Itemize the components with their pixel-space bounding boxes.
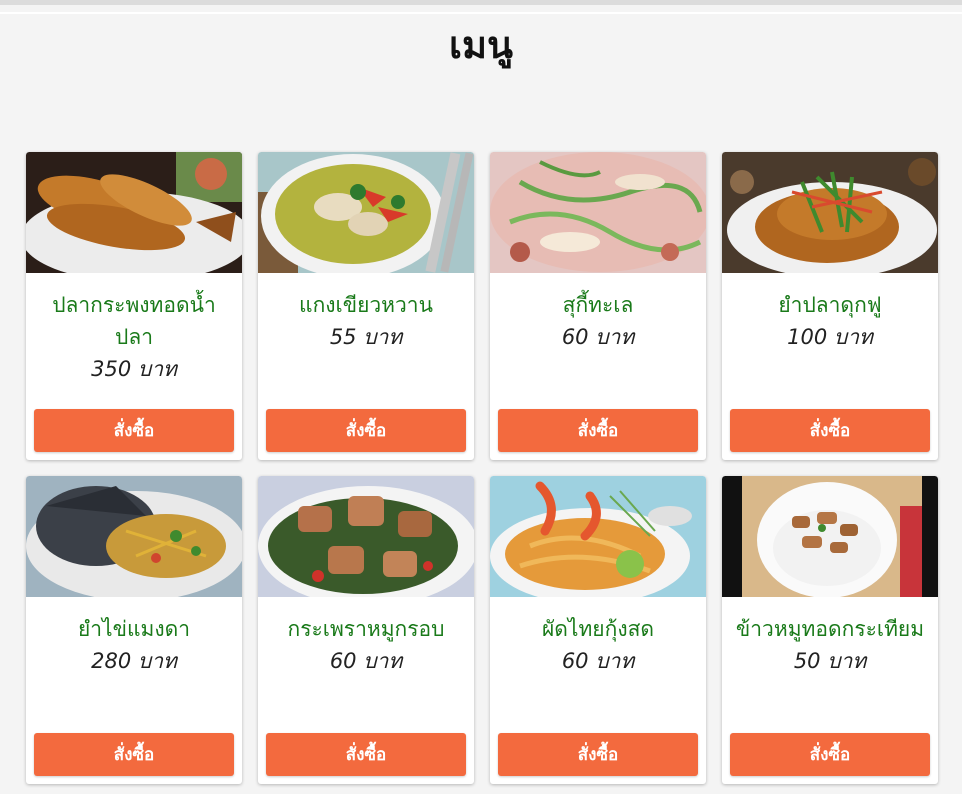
order-button[interactable]: สั่งซื้อ [266, 409, 466, 452]
order-button[interactable]: สั่งซื้อ [730, 733, 930, 776]
menu-card: สุกี้ทะเล 60 บาท สั่งซื้อ [490, 152, 706, 460]
order-button[interactable]: สั่งซื้อ [34, 409, 234, 452]
menu-card: กระเพราหมูกรอบ 60 บาท สั่งซื้อ [258, 476, 474, 784]
item-name: กระเพราหมูกรอบ [287, 617, 445, 641]
garlic-pork-rice-photo [722, 476, 938, 597]
item-name: ข้าวหมูทอดกระเทียม [735, 617, 925, 641]
menu-card: ปลากระพงทอดน้ำปลา 350 บาท สั่งซื้อ [26, 152, 242, 460]
menu-card: ผัดไทยกุ้งสด 60 บาท สั่งซื้อ [490, 476, 706, 784]
menu-card: ยำไข่แมงดา 280 บาท สั่งซื้อ [26, 476, 242, 784]
menu-card: แกงเขียวหวาน 55 บาท สั่งซื้อ [258, 152, 474, 460]
order-button[interactable]: สั่งซื้อ [730, 409, 930, 452]
order-button[interactable]: สั่งซื้อ [498, 409, 698, 452]
page-title: เมนู [448, 23, 513, 67]
item-price: 60 บาท [561, 649, 635, 673]
crispy-catfish-salad-photo [722, 152, 938, 273]
item-name: ปลากระพงทอดน้ำปลา [52, 293, 216, 349]
order-button[interactable]: สั่งซื้อ [498, 733, 698, 776]
item-price: 50 บาท [793, 649, 867, 673]
top-border [0, 0, 962, 14]
item-price: 280 บาท [91, 649, 177, 673]
fried-fish-photo [26, 152, 242, 273]
crispy-pork-basil-photo [258, 476, 474, 597]
item-name: ยำไข่แมงดา [77, 617, 191, 641]
item-name: แกงเขียวหวาน [299, 293, 433, 317]
menu-card: ยำปลาดุกฟู 100 บาท สั่งซื้อ [722, 152, 938, 460]
pad-thai-shrimp-photo [490, 476, 706, 597]
horseshoe-crab-egg-salad-photo [26, 476, 242, 597]
item-name: ผัดไทยกุ้งสด [541, 617, 655, 641]
item-name: ยำปลาดุกฟู [778, 293, 882, 317]
green-curry-photo [258, 152, 474, 273]
menu-card: ข้าวหมูทอดกระเทียม 50 บาท สั่งซื้อ [722, 476, 938, 784]
order-button[interactable]: สั่งซื้อ [34, 733, 234, 776]
menu-grid: ปลากระพงทอดน้ำปลา 350 บาท สั่งซื้อ แกงเข… [26, 152, 938, 784]
item-price: 60 บาท [329, 649, 403, 673]
item-name: สุกี้ทะเล [562, 293, 634, 317]
item-price: 60 บาท [561, 325, 635, 349]
order-button[interactable]: สั่งซื้อ [266, 733, 466, 776]
item-price: 100 บาท [787, 325, 873, 349]
item-price: 55 บาท [329, 325, 403, 349]
item-price: 350 บาท [91, 357, 177, 381]
seafood-suki-photo [490, 152, 706, 273]
